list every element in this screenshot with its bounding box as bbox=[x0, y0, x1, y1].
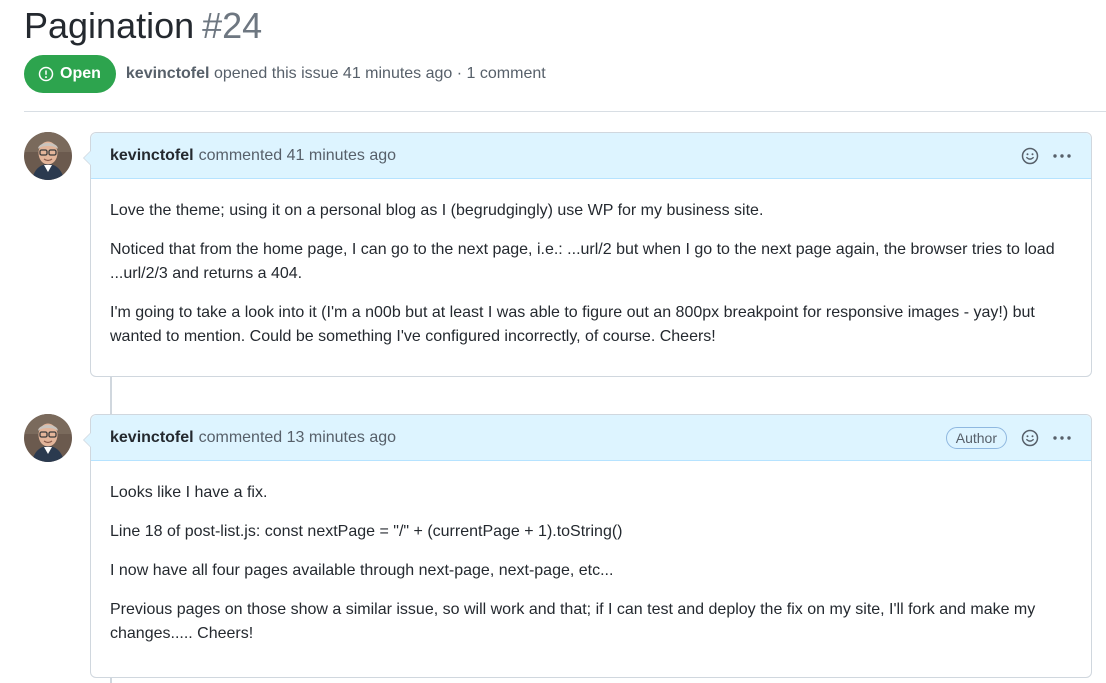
comment-paragraph: Line 18 of post-list.js: const nextPage … bbox=[110, 523, 623, 540]
issue-meta-description: opened this issue 41 minutes ago · 1 com… bbox=[213, 65, 546, 82]
comment-author-link[interactable]: kevinctofel bbox=[110, 147, 194, 165]
comment-paragraph: Noticed that from the home page, I can g… bbox=[110, 241, 1055, 282]
comment-timestamp[interactable]: commented 13 minutes ago bbox=[199, 429, 396, 447]
smiley-icon bbox=[1021, 429, 1039, 446]
comment-header: kevinctofel commented 41 minutes ago bbox=[91, 133, 1091, 179]
author-badge: Author bbox=[945, 426, 1007, 449]
comment-header: kevinctofel commented 13 minutes ago Aut… bbox=[91, 415, 1091, 461]
comment-author-link[interactable]: kevinctofel bbox=[110, 429, 194, 447]
comment-menu-button[interactable] bbox=[1052, 435, 1072, 441]
kebab-horizontal-icon bbox=[1053, 153, 1071, 158]
comment-menu-button[interactable] bbox=[1052, 153, 1072, 159]
state-badge: Open bbox=[24, 55, 116, 93]
avatar-image bbox=[24, 132, 72, 180]
issue-title: Pagination #24 bbox=[24, 4, 262, 48]
comment-actions: Author bbox=[945, 426, 1072, 449]
add-reaction-button[interactable] bbox=[1021, 429, 1039, 447]
smiley-icon bbox=[1021, 147, 1039, 164]
issue-meta-text: kevinctofel opened this issue 41 minutes… bbox=[126, 65, 546, 83]
comment: kevinctofel commented 41 minutes ago Lov… bbox=[83, 132, 1092, 377]
avatar-image bbox=[24, 414, 72, 462]
comment-actions bbox=[1021, 147, 1072, 165]
comment-paragraph: I'm going to take a look into it (I'm a … bbox=[110, 304, 1035, 345]
comment-paragraph: I now have all four pages available thro… bbox=[110, 562, 614, 579]
avatar[interactable] bbox=[24, 414, 72, 462]
issue-page: Pagination #24 Open kevinctofel opened th… bbox=[0, 0, 1106, 683]
avatar[interactable] bbox=[24, 132, 72, 180]
comment-body: Looks like I have a fix. Line 18 of post… bbox=[91, 461, 1091, 662]
comment-paragraph: Previous pages on those show a similar i… bbox=[110, 601, 1036, 642]
issue-author-link[interactable]: kevinctofel bbox=[126, 65, 210, 82]
header-divider bbox=[24, 111, 1106, 112]
comment: kevinctofel commented 13 minutes ago Aut… bbox=[83, 414, 1092, 678]
comment-paragraph: Looks like I have a fix. bbox=[110, 484, 268, 501]
comment-paragraph: Love the theme; using it on a personal b… bbox=[110, 202, 764, 219]
add-reaction-button[interactable] bbox=[1021, 147, 1039, 165]
issue-meta: Open kevinctofel opened this issue 41 mi… bbox=[24, 55, 546, 93]
issue-number: #24 bbox=[202, 5, 263, 46]
state-label: Open bbox=[60, 65, 101, 82]
timeline-connector bbox=[110, 376, 112, 414]
comment-body: Love the theme; using it on a personal b… bbox=[91, 179, 1091, 365]
kebab-horizontal-icon bbox=[1053, 435, 1071, 440]
comment-timestamp[interactable]: commented 41 minutes ago bbox=[199, 147, 396, 165]
issue-title-text: Pagination bbox=[24, 5, 195, 46]
issue-opened-icon bbox=[38, 66, 54, 82]
